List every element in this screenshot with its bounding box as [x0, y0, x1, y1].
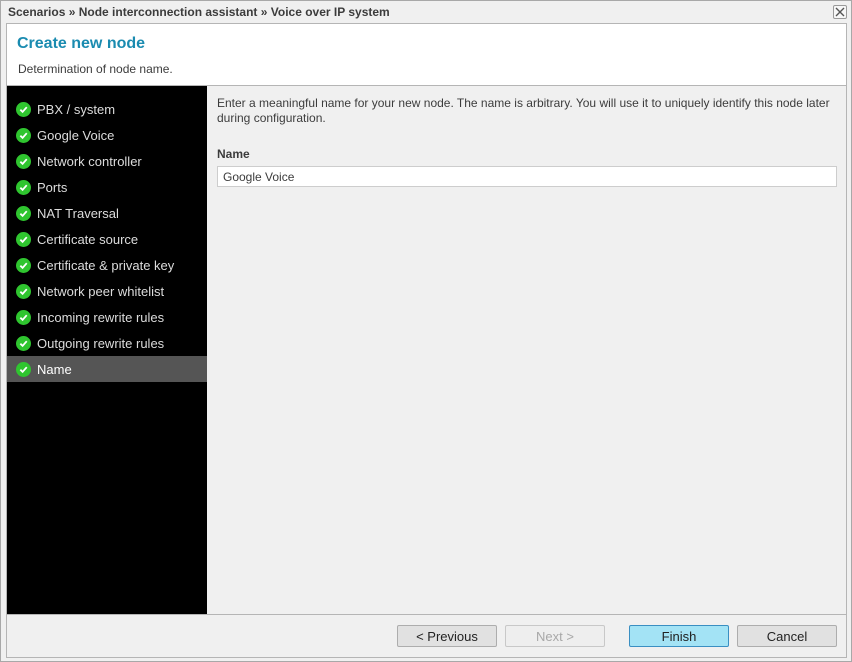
steps-sidebar: PBX / system Google Voice Network contro… — [7, 86, 207, 614]
check-icon — [16, 127, 31, 143]
step-label: Name — [37, 361, 72, 377]
check-icon — [16, 101, 31, 117]
check-icon — [16, 153, 31, 169]
sidebar-step-pbx-system[interactable]: PBX / system — [7, 96, 207, 122]
sidebar-step-incoming-rewrite-rules[interactable]: Incoming rewrite rules — [7, 304, 207, 330]
wizard-frame: Create new node Determination of node na… — [6, 23, 847, 658]
wizard-footer: < Previous Next > Finish Cancel — [7, 614, 846, 657]
check-icon — [16, 309, 31, 325]
sidebar-step-certificate-private-key[interactable]: Certificate & private key — [7, 252, 207, 278]
sidebar-step-google-voice[interactable]: Google Voice — [7, 122, 207, 148]
close-icon — [835, 7, 845, 17]
check-icon — [16, 257, 31, 273]
cancel-button[interactable]: Cancel — [737, 625, 837, 647]
sidebar-step-name[interactable]: Name — [7, 356, 207, 382]
check-icon — [16, 361, 31, 377]
sidebar-step-ports[interactable]: Ports — [7, 174, 207, 200]
step-label: Ports — [37, 179, 68, 195]
step-label: Incoming rewrite rules — [37, 309, 165, 325]
step-label: Google Voice — [37, 127, 115, 143]
step-label: Certificate source — [37, 231, 139, 247]
check-icon — [16, 205, 31, 221]
step-label: Outgoing rewrite rules — [37, 335, 165, 351]
step-label: Certificate & private key — [37, 257, 175, 273]
sidebar-step-nat-traversal[interactable]: NAT Traversal — [7, 200, 207, 226]
step-label: Network controller — [37, 153, 142, 169]
check-icon — [16, 231, 31, 247]
sidebar-step-outgoing-rewrite-rules[interactable]: Outgoing rewrite rules — [7, 330, 207, 356]
sidebar-step-network-peer-whitelist[interactable]: Network peer whitelist — [7, 278, 207, 304]
page-title: Create new node — [17, 35, 146, 52]
step-content: Enter a meaningful name for your new nod… — [207, 86, 846, 614]
name-field-label: Name — [217, 147, 250, 161]
finish-button[interactable]: Finish — [629, 625, 729, 647]
title-bar: Scenarios » Node interconnection assista… — [1, 1, 851, 23]
check-icon — [16, 335, 31, 351]
check-icon — [16, 283, 31, 299]
sidebar-step-certificate-source[interactable]: Certificate source — [7, 226, 207, 252]
step-description: Enter a meaningful name for your new nod… — [217, 96, 830, 125]
step-label: NAT Traversal — [37, 205, 119, 221]
breadcrumb: Scenarios » Node interconnection assista… — [8, 5, 390, 19]
wizard-header: Create new node Determination of node na… — [7, 24, 846, 86]
close-button[interactable] — [833, 5, 847, 19]
previous-button[interactable]: < Previous — [397, 625, 497, 647]
next-button[interactable]: Next > — [505, 625, 605, 647]
step-label: Network peer whitelist — [37, 283, 165, 299]
wizard-window: Scenarios » Node interconnection assista… — [0, 0, 852, 662]
step-label: PBX / system — [37, 101, 116, 117]
check-icon — [16, 179, 31, 195]
sidebar-step-network-controller[interactable]: Network controller — [7, 148, 207, 174]
name-input[interactable] — [217, 166, 837, 187]
page-subtitle: Determination of node name. — [18, 62, 173, 76]
